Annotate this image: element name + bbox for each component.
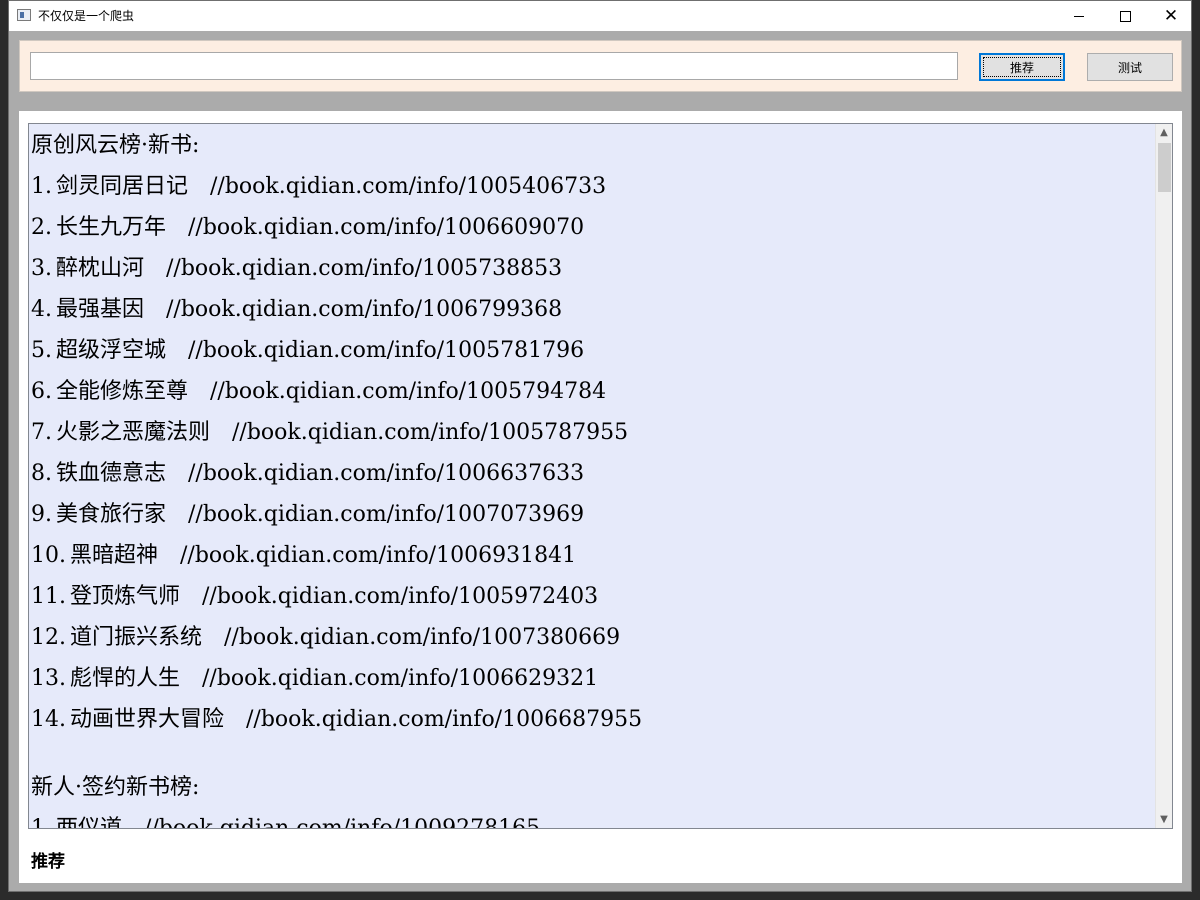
scroll-thumb[interactable] xyxy=(1158,143,1171,192)
book-title: 登顶炼气师 xyxy=(70,584,181,609)
book-title: 火影之恶魔法则 xyxy=(56,420,211,445)
book-url: //book.qidian.com/info/1005406733 xyxy=(210,174,607,199)
result-text: 原创风云榜·新书: 1. 剑灵同居日记//book.qidian.com/info… xyxy=(31,131,1151,829)
item-number: 9. xyxy=(31,502,52,527)
book-url: //book.qidian.com/info/1005794784 xyxy=(210,379,607,404)
book-list: 1. 两仪道 //book.qidian.com/info/1009278165 xyxy=(31,814,1151,829)
list-item: 6. 全能修炼至尊 //book.qidian.com/info/100579478… xyxy=(31,377,1151,418)
list-item: 8. 铁血德意志 //book.qidian.com/info/1006637633 xyxy=(31,459,1151,500)
book-url: //book.qidian.com/info/1005781796 xyxy=(188,338,585,363)
item-number: 3. xyxy=(31,256,52,281)
list-item: 1. 剑灵同居日记 //book.qidian.com/info/100540673… xyxy=(31,172,1151,213)
maximize-button[interactable] xyxy=(1102,1,1148,31)
item-number: 10. xyxy=(31,543,66,568)
close-icon: ✕ xyxy=(1163,5,1179,26)
minimize-button[interactable] xyxy=(1056,1,1102,31)
book-url: //book.qidian.com/info/1006637633 xyxy=(188,461,585,486)
item-number: 7. xyxy=(31,420,52,445)
book-title: 美食旅行家 xyxy=(56,502,167,527)
item-number: 8. xyxy=(31,461,52,486)
focus-ring xyxy=(983,57,1061,77)
book-list: 1. 剑灵同居日记 //book.qidian.com/info/100540673… xyxy=(31,172,1151,746)
book-title: 最强基因 xyxy=(56,297,145,322)
book-url: //book.qidian.com/info/1006629321 xyxy=(202,666,599,691)
book-url: //book.qidian.com/info/1006687955 xyxy=(246,707,643,732)
toolbar: 推荐 测试 xyxy=(19,40,1182,92)
list-item: 11. 登顶炼气师 //book.qidian.com/info/100597240… xyxy=(31,582,1151,623)
book-title: 全能修炼至尊 xyxy=(56,379,189,404)
item-number: 4. xyxy=(31,297,52,322)
book-title: 动画世界大冒险 xyxy=(70,707,225,732)
list-item: 3. 醉枕山河 //book.qidian.com/info/1005738853 xyxy=(31,254,1151,295)
book-url: //book.qidian.com/info/1006609070 xyxy=(188,215,585,240)
status-label: 推荐 xyxy=(31,852,65,872)
section-title: 原创风云榜·新书: xyxy=(31,133,200,158)
maximize-icon xyxy=(1119,10,1131,22)
item-number: 11. xyxy=(31,584,66,609)
book-url: //book.qidian.com/info/1005787955 xyxy=(232,420,629,445)
book-title: 道门振兴系统 xyxy=(70,625,203,650)
item-number: 5. xyxy=(31,338,52,363)
item-number: 14. xyxy=(31,707,66,732)
list-item: 13. 彪悍的人生 //book.qidian.com/info/100662932… xyxy=(31,664,1151,705)
item-number: 2. xyxy=(31,215,52,240)
result-text-area[interactable]: 原创风云榜·新书: 1. 剑灵同居日记//book.qidian.com/info… xyxy=(28,123,1173,829)
section-title: 新人·签约新书榜: xyxy=(31,775,200,800)
app-window: 不仅仅是一个爬虫 ✕ 推荐 测试 原创风云榜·新书: 1. 剑灵同居日记//boo… xyxy=(8,0,1192,892)
list-item: 9. 美食旅行家 //book.qidian.com/info/1007073969 xyxy=(31,500,1151,541)
list-item: 14. 动画世界大冒险 //book.qidian.com/info/1006687… xyxy=(31,705,1151,746)
book-url: //book.qidian.com/info/1007073969 xyxy=(188,502,585,527)
book-url: //book.qidian.com/info/1006799368 xyxy=(166,297,563,322)
scroll-up-icon[interactable]: ▲ xyxy=(1156,124,1172,141)
book-title: 长生九万年 xyxy=(56,215,167,240)
book-title: 黑暗超神 xyxy=(70,543,159,568)
vertical-scrollbar[interactable]: ▲ ▼ xyxy=(1155,124,1172,828)
search-input[interactable] xyxy=(30,52,958,80)
book-title: 超级浮空城 xyxy=(56,338,167,363)
list-item: 4. 最强基因 //book.qidian.com/info/1006799368 xyxy=(31,295,1151,336)
book-title: 彪悍的人生 xyxy=(70,666,181,691)
book-url: //book.qidian.com/info/1007380669 xyxy=(224,625,621,650)
book-url: //book.qidian.com/info/1009278165 xyxy=(144,816,541,829)
list-item: 10. 黑暗超神 //book.qidian.com/info/1006931841 xyxy=(31,541,1151,582)
title-bar[interactable]: 不仅仅是一个爬虫 ✕ xyxy=(9,1,1191,31)
book-title: 醉枕山河 xyxy=(56,256,145,281)
list-item: 2. 长生九万年 //book.qidian.com/info/1006609070 xyxy=(31,213,1151,254)
scroll-down-icon[interactable]: ▼ xyxy=(1156,811,1172,828)
recommend-button[interactable]: 推荐 xyxy=(979,53,1065,81)
item-number: 1. xyxy=(31,174,52,199)
minimize-icon xyxy=(1074,15,1084,17)
book-title: 剑灵同居日记 xyxy=(56,174,189,199)
content-panel: 原创风云榜·新书: 1. 剑灵同居日记//book.qidian.com/info… xyxy=(19,111,1182,883)
book-title: 铁血德意志 xyxy=(56,461,167,486)
list-item: 5. 超级浮空城 //book.qidian.com/info/1005781796 xyxy=(31,336,1151,377)
list-item: 12. 道门振兴系统 //book.qidian.com/info/10073806… xyxy=(31,623,1151,664)
item-number: 1. xyxy=(31,816,52,829)
list-item: 7. 火影之恶魔法则 //book.qidian.com/info/10057879… xyxy=(31,418,1151,459)
close-button[interactable]: ✕ xyxy=(1148,1,1194,31)
book-title: 两仪道 xyxy=(56,816,123,829)
item-number: 6. xyxy=(31,379,52,404)
test-button[interactable]: 测试 xyxy=(1087,53,1173,81)
list-item: 1. 两仪道 //book.qidian.com/info/1009278165 xyxy=(31,814,1151,829)
book-url: //book.qidian.com/info/1005738853 xyxy=(166,256,563,281)
app-icon xyxy=(17,9,31,21)
book-url: //book.qidian.com/info/1005972403 xyxy=(202,584,599,609)
window-title: 不仅仅是一个爬虫 xyxy=(38,9,135,23)
item-number: 13. xyxy=(31,666,66,691)
test-button-label: 测试 xyxy=(1117,60,1142,75)
book-url: //book.qidian.com/info/1006931841 xyxy=(180,543,577,568)
item-number: 12. xyxy=(31,625,66,650)
